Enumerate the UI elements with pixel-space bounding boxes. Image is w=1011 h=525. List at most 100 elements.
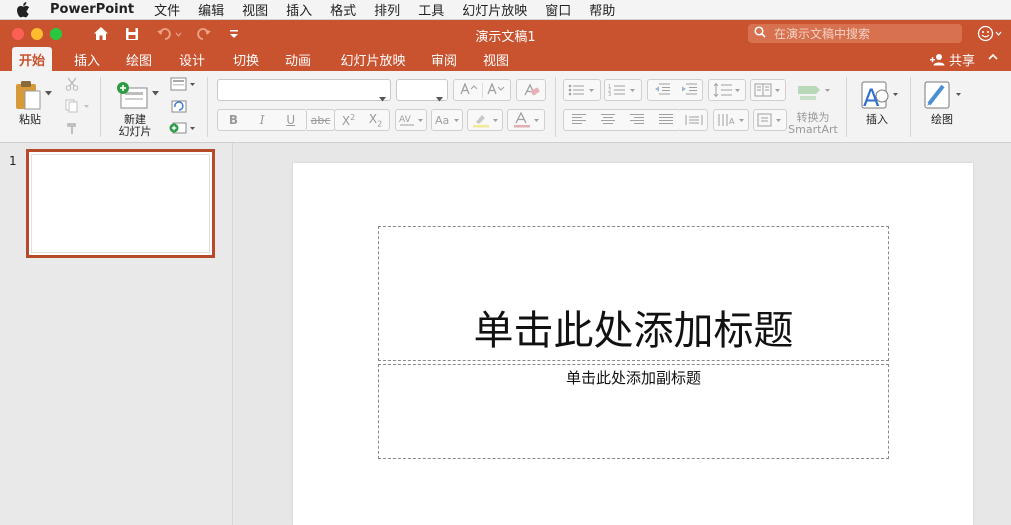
alignment-buttons bbox=[563, 109, 681, 131]
smiley-icon[interactable] bbox=[977, 25, 1003, 42]
underline-button[interactable]: U bbox=[286, 113, 295, 127]
tab-insert[interactable]: 插入 bbox=[62, 47, 112, 71]
decrease-indent-icon[interactable] bbox=[653, 83, 671, 98]
svg-text:AV: AV bbox=[399, 115, 412, 125]
redo-icon[interactable] bbox=[194, 24, 214, 43]
insert-button[interactable]: A bbox=[857, 79, 901, 113]
align-left-icon[interactable] bbox=[571, 113, 587, 128]
menu-file[interactable]: 文件 bbox=[154, 0, 180, 19]
reset-icon[interactable] bbox=[168, 97, 190, 115]
font-color-icon[interactable] bbox=[507, 109, 545, 131]
bold-button[interactable]: B bbox=[229, 113, 238, 127]
mac-menubar: PowerPoint 文件 编辑 视图 插入 格式 排列 工具 幻灯片放映 窗口… bbox=[0, 0, 1011, 20]
chevron-down-icon bbox=[379, 87, 386, 106]
justify-icon[interactable] bbox=[658, 113, 674, 128]
app-name-menu[interactable]: PowerPoint bbox=[50, 2, 134, 17]
ribbon-separator bbox=[910, 77, 911, 137]
draw-button[interactable] bbox=[920, 79, 964, 113]
layout-icon[interactable] bbox=[168, 75, 198, 93]
columns-icon[interactable] bbox=[750, 79, 786, 101]
menu-view[interactable]: 视图 bbox=[242, 0, 268, 19]
menu-insert[interactable]: 插入 bbox=[286, 0, 312, 19]
align-right-icon[interactable] bbox=[629, 113, 645, 128]
paste-dropdown-icon[interactable] bbox=[44, 89, 52, 97]
menu-slideshow[interactable]: 幻灯片放映 bbox=[462, 0, 527, 19]
tab-transitions[interactable]: 切换 bbox=[222, 47, 270, 71]
tab-view[interactable]: 视图 bbox=[473, 47, 519, 71]
increase-indent-icon[interactable] bbox=[680, 83, 698, 98]
cut-icon[interactable] bbox=[62, 75, 82, 93]
customize-icon[interactable] bbox=[227, 24, 241, 43]
ribbon-home: 粘贴 新建 幻灯片 B I U abc X2 X2 AV Aa 1 2 3 A … bbox=[0, 71, 1011, 143]
bullets-icon[interactable] bbox=[563, 79, 601, 101]
new-slide-dropdown-icon[interactable] bbox=[151, 89, 159, 97]
slide-thumbnail[interactable] bbox=[26, 149, 215, 258]
line-spacing-icon[interactable] bbox=[708, 79, 746, 101]
subtitle-placeholder-text: 单击此处添加副标题 bbox=[565, 369, 701, 387]
search-box[interactable] bbox=[748, 24, 962, 43]
tab-home[interactable]: 开始 bbox=[12, 47, 52, 71]
svg-text:3: 3 bbox=[608, 92, 611, 97]
font-size-buttons bbox=[453, 79, 511, 101]
copy-icon[interactable] bbox=[62, 97, 92, 115]
text-direction-icon[interactable]: A bbox=[713, 109, 749, 131]
font-size-combo[interactable] bbox=[396, 79, 448, 102]
home-icon[interactable] bbox=[91, 24, 111, 43]
distributed-icon[interactable] bbox=[680, 109, 708, 131]
superscript-button[interactable]: X2 bbox=[342, 113, 355, 128]
font-name-combo[interactable] bbox=[217, 79, 391, 102]
italic-button[interactable]: I bbox=[260, 113, 265, 127]
insert-label: 插入 bbox=[866, 113, 888, 126]
align-center-icon[interactable] bbox=[600, 113, 616, 128]
menu-format[interactable]: 格式 bbox=[330, 0, 356, 19]
zoom-window-button[interactable] bbox=[50, 28, 62, 40]
new-slide-button[interactable] bbox=[114, 77, 150, 113]
window-titlebar: 演示文稿1 bbox=[0, 20, 1011, 47]
ribbon-tab-bar: 开始 插入 绘图 设计 切换 动画 幻灯片放映 审阅 视图 共享 bbox=[0, 47, 1011, 71]
close-window-button[interactable] bbox=[12, 28, 24, 40]
strikethrough-button[interactable]: abc bbox=[307, 109, 335, 131]
undo-icon[interactable] bbox=[154, 24, 184, 43]
save-icon[interactable] bbox=[122, 24, 142, 43]
smartart-label-line2: SmartArt bbox=[788, 123, 838, 136]
align-text-icon[interactable] bbox=[753, 109, 787, 131]
minimize-window-button[interactable] bbox=[31, 28, 43, 40]
smartart-convert-button[interactable] bbox=[792, 79, 836, 103]
numbering-icon[interactable]: 123 bbox=[604, 79, 642, 101]
increase-font-size-icon[interactable] bbox=[456, 81, 482, 98]
font-style-buttons: B I U bbox=[217, 109, 307, 131]
subscript-button[interactable]: X2 bbox=[369, 112, 382, 128]
menu-window[interactable]: 窗口 bbox=[545, 0, 571, 19]
menu-edit[interactable]: 编辑 bbox=[198, 0, 224, 19]
highlight-icon[interactable] bbox=[467, 109, 503, 131]
search-input[interactable] bbox=[774, 26, 954, 41]
section-icon[interactable] bbox=[168, 119, 198, 137]
menu-tools[interactable]: 工具 bbox=[418, 0, 444, 19]
title-placeholder[interactable]: 单击此处添加标题 bbox=[378, 226, 889, 361]
apple-icon[interactable] bbox=[16, 1, 34, 18]
chevron-up-icon[interactable] bbox=[986, 50, 1000, 68]
subtitle-placeholder[interactable]: 单击此处添加副标题 bbox=[378, 364, 889, 459]
search-icon bbox=[754, 26, 766, 41]
decrease-font-size-icon[interactable] bbox=[481, 81, 509, 98]
slide-thumbnail-pane: 1 bbox=[0, 143, 233, 525]
clear-formatting-icon[interactable] bbox=[516, 79, 546, 101]
tab-review[interactable]: 审阅 bbox=[421, 47, 467, 71]
paste-button[interactable] bbox=[10, 77, 46, 113]
ribbon-separator bbox=[846, 77, 847, 137]
tab-draw[interactable]: 绘图 bbox=[115, 47, 163, 71]
ribbon-separator bbox=[100, 77, 101, 137]
tab-slideshow[interactable]: 幻灯片放映 bbox=[328, 47, 418, 71]
menu-arrange[interactable]: 排列 bbox=[374, 0, 400, 19]
character-spacing-icon[interactable]: AV bbox=[395, 109, 427, 131]
share-button[interactable]: 共享 bbox=[930, 47, 975, 71]
draw-label: 绘图 bbox=[931, 113, 953, 126]
menu-help[interactable]: 帮助 bbox=[589, 0, 615, 19]
format-painter-icon[interactable] bbox=[62, 119, 82, 137]
change-case-icon[interactable]: Aa bbox=[431, 109, 463, 131]
slide-canvas[interactable]: 单击此处添加标题 单击此处添加副标题 bbox=[293, 163, 973, 525]
tab-design[interactable]: 设计 bbox=[168, 47, 216, 71]
tab-animations[interactable]: 动画 bbox=[274, 47, 322, 71]
title-placeholder-text: 单击此处添加标题 bbox=[473, 308, 794, 354]
ribbon-separator bbox=[555, 77, 556, 137]
